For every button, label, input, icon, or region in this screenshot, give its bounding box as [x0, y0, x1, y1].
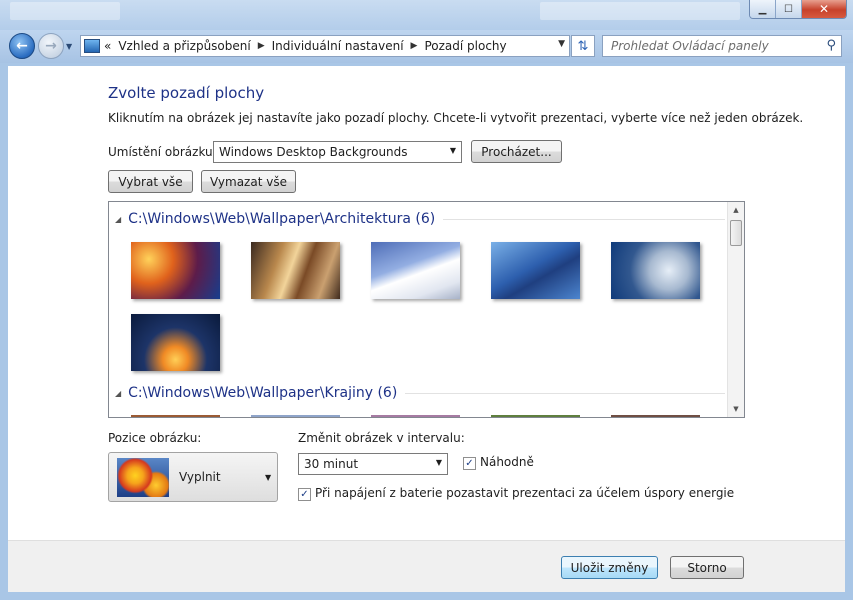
wallpaper-thumbnail[interactable]	[131, 415, 220, 417]
refresh-icon: ⇅	[577, 38, 589, 54]
checkmark-icon: ✓	[465, 458, 474, 469]
background-window-ghost	[540, 2, 740, 20]
background-window-ghost	[10, 2, 120, 20]
position-preview-image	[117, 458, 169, 497]
address-bar[interactable]: « Vzhled a přizpůsobení ▶ Individuální n…	[80, 35, 570, 57]
scrollbar-thumb[interactable]	[730, 220, 742, 246]
group-header-architecture[interactable]: ◢ C:\Windows\Web\Wallpaper\Architektura …	[115, 211, 725, 227]
save-changes-button[interactable]: Uložit změny	[561, 556, 658, 579]
chevron-right-icon[interactable]: ▶	[411, 41, 418, 51]
gallery-scrollbar[interactable]: ▲ ▼	[727, 202, 744, 417]
scroll-up-icon[interactable]: ▲	[728, 202, 744, 218]
chevron-right-icon[interactable]: ▶	[258, 41, 265, 51]
window-controls: ▁ ☐ ✕	[749, 0, 847, 19]
chevron-down-icon: ▼	[449, 146, 456, 155]
control-panel-icon	[84, 39, 100, 53]
location-value: Windows Desktop Backgrounds	[219, 145, 408, 159]
forward-button[interactable]: →	[38, 33, 64, 59]
select-all-button[interactable]: Vybrat vše	[108, 170, 193, 193]
checkmark-icon: ✓	[300, 489, 309, 500]
shuffle-checkbox[interactable]: ✓	[463, 457, 476, 470]
recent-pages-dropdown[interactable]: ▼	[66, 42, 72, 51]
group-divider	[405, 392, 725, 394]
wallpaper-thumbnail[interactable]	[611, 242, 700, 299]
group-title: C:\Windows\Web\Wallpaper\Architektura (6…	[128, 211, 436, 227]
interval-label: Změnit obrázek v intervalu:	[298, 431, 465, 445]
group-divider	[443, 218, 725, 220]
scroll-down-icon[interactable]: ▼	[728, 401, 744, 417]
wallpaper-thumbnail[interactable]	[491, 415, 580, 417]
position-label: Pozice obrázku:	[108, 431, 202, 445]
location-dropdown[interactable]: Windows Desktop Backgrounds ▼	[213, 141, 462, 163]
wallpaper-thumbnail[interactable]	[371, 415, 460, 417]
wallpaper-thumbnail[interactable]	[371, 242, 460, 299]
minimize-button[interactable]: ▁	[750, 0, 776, 18]
chevron-down-icon[interactable]: ▼	[558, 39, 565, 49]
battery-checkbox[interactable]: ✓	[298, 488, 311, 501]
wallpaper-thumbnail[interactable]	[251, 242, 340, 299]
breadcrumb-personalization[interactable]: Individuální nastavení	[272, 39, 404, 53]
page-title: Zvolte pozadí plochy	[108, 84, 265, 102]
search-icon[interactable]: ⚲	[826, 38, 836, 53]
group-title: C:\Windows\Web\Wallpaper\Krajiny (6)	[128, 385, 398, 401]
wallpaper-thumbnail[interactable]	[131, 314, 220, 371]
interval-dropdown[interactable]: 30 minut ▼	[298, 453, 448, 475]
collapse-icon[interactable]: ◢	[115, 215, 121, 224]
arrow-right-icon: →	[45, 38, 57, 54]
wallpaper-gallery[interactable]: ◢ C:\Windows\Web\Wallpaper\Architektura …	[108, 201, 745, 418]
wallpaper-thumbnail[interactable]	[251, 415, 340, 417]
cancel-button[interactable]: Storno	[670, 556, 744, 579]
wallpaper-thumbnail[interactable]	[491, 242, 580, 299]
chevron-down-icon: ▼	[265, 473, 272, 482]
arrow-left-icon: ←	[16, 38, 28, 54]
breadcrumb-appearance[interactable]: Vzhled a přizpůsobení	[118, 39, 250, 53]
maximize-button[interactable]: ☐	[776, 0, 802, 18]
back-button[interactable]: ←	[9, 33, 35, 59]
shuffle-label[interactable]: Náhodně	[480, 455, 534, 469]
close-button[interactable]: ✕	[802, 0, 846, 18]
title-bar	[0, 0, 853, 30]
browse-button[interactable]: Procházet...	[471, 140, 562, 163]
address-overflow[interactable]: «	[104, 39, 111, 53]
position-value: Vyplnit	[179, 470, 221, 484]
wallpaper-thumbnail[interactable]	[131, 242, 220, 299]
location-label: Umístění obrázku:	[108, 145, 217, 159]
chevron-down-icon: ▼	[435, 458, 442, 467]
page-description: Kliknutím na obrázek jej nastavíte jako …	[108, 111, 804, 125]
picture-position-dropdown[interactable]: Vyplnit ▼	[108, 452, 278, 502]
interval-value: 30 minut	[304, 457, 359, 471]
search-input[interactable]: Prohledat Ovládací panely ⚲	[602, 35, 842, 57]
breadcrumb-desktop-background[interactable]: Pozadí plochy	[424, 39, 506, 53]
collapse-icon[interactable]: ◢	[115, 389, 121, 398]
wallpaper-thumbnail[interactable]	[611, 415, 700, 417]
group-header-landscapes[interactable]: ◢ C:\Windows\Web\Wallpaper\Krajiny (6)	[115, 385, 725, 401]
refresh-button[interactable]: ⇅	[571, 35, 595, 57]
search-placeholder: Prohledat Ovládací panely	[611, 39, 769, 53]
clear-all-button[interactable]: Vymazat vše	[201, 170, 296, 193]
battery-label[interactable]: Při napájení z baterie pozastavit prezen…	[315, 486, 734, 500]
